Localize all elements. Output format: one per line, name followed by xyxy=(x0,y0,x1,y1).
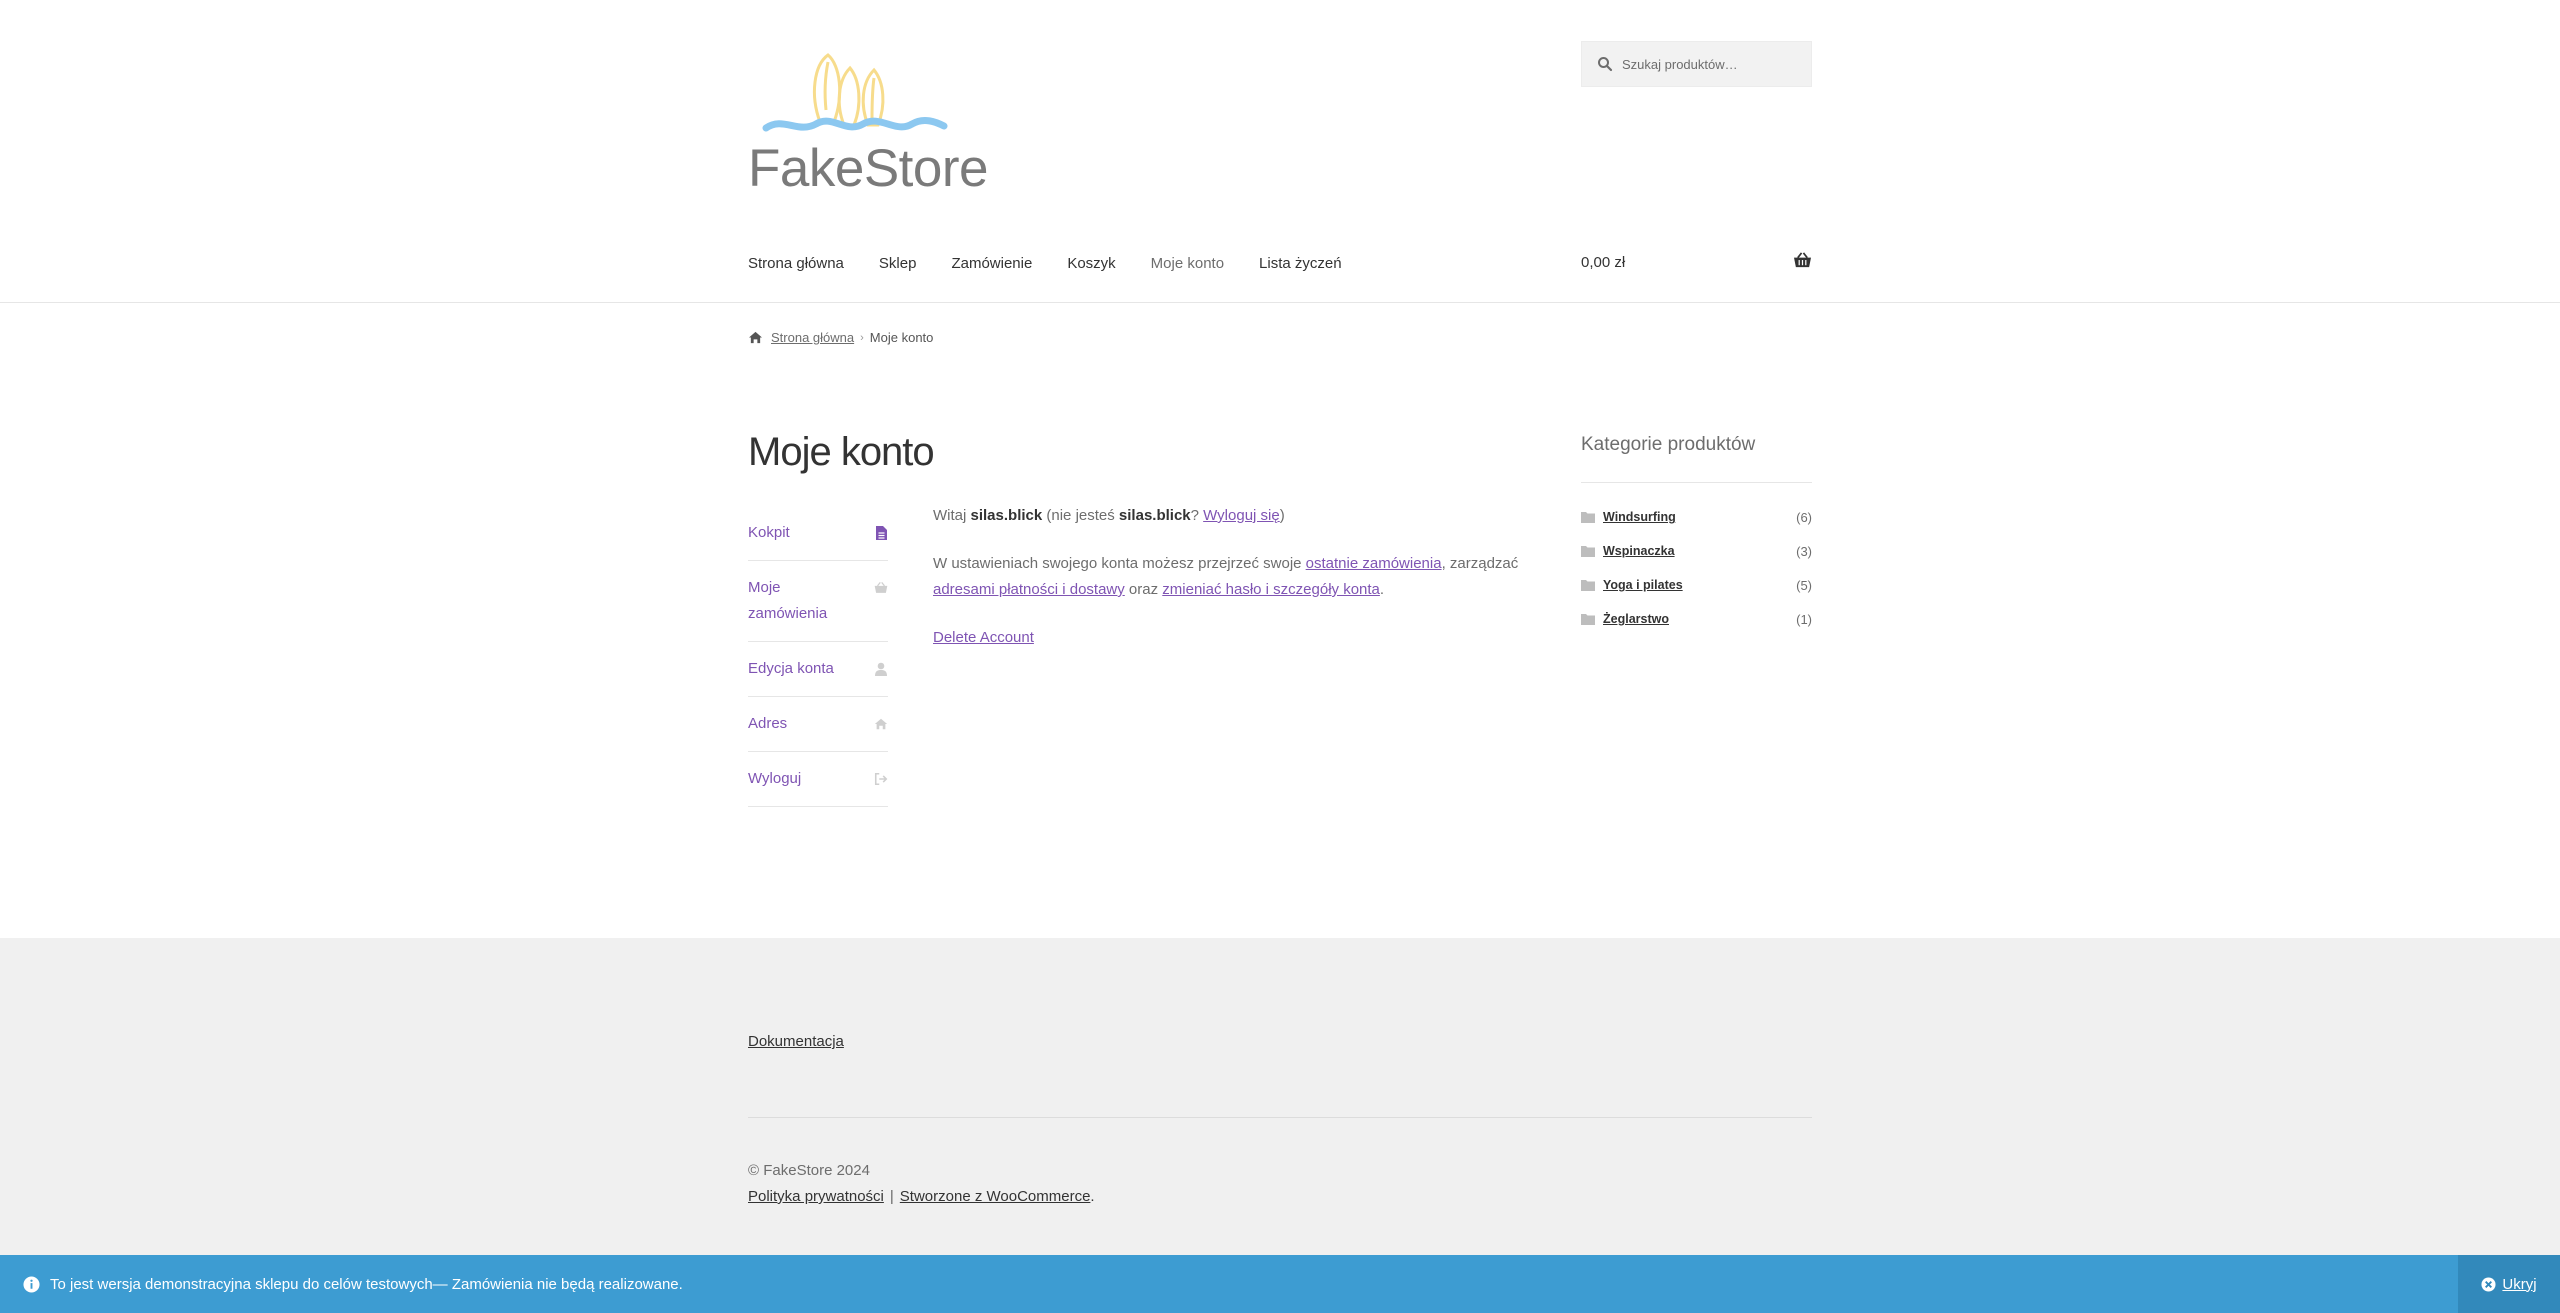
widget-divider xyxy=(1581,482,1812,483)
dismiss-label: Ukryj xyxy=(2502,1275,2537,1293)
breadcrumb-home[interactable]: Strona główna xyxy=(771,330,854,345)
account-nav-dashboard[interactable]: Kokpit xyxy=(748,506,888,561)
surfboards-logo-icon xyxy=(762,53,948,132)
main-nav: Strona główna Sklep Zamówienie Koszyk Mo… xyxy=(748,248,1377,278)
account-nav-label: Kokpit xyxy=(748,524,790,541)
category-count: (6) xyxy=(1796,509,1812,525)
page-title: Moje konto xyxy=(748,430,935,474)
account-navigation: Kokpit Moje zamówienia Edycja konta Adre… xyxy=(748,506,888,807)
folder-icon xyxy=(1581,546,1595,557)
user-icon xyxy=(875,662,887,676)
category-item: Windsurfing (6) xyxy=(1581,500,1812,534)
account-description: W ustawieniach swojego konta możesz prze… xyxy=(933,555,1519,598)
category-count: (3) xyxy=(1796,543,1812,559)
search-box[interactable] xyxy=(1581,41,1812,87)
nav-shop[interactable]: Sklep xyxy=(879,255,917,272)
nav-my-account[interactable]: Moje konto xyxy=(1151,255,1224,272)
site-logo[interactable]: FakeStore xyxy=(748,50,989,198)
privacy-policy-link[interactable]: Polityka prywatności xyxy=(748,1188,884,1205)
account-nav-orders[interactable]: Moje zamówienia xyxy=(748,561,888,642)
demo-store-notice: To jest wersja demonstracyjna sklepu do … xyxy=(0,1255,2560,1313)
woocommerce-link[interactable]: Stworzone z WooCommerce xyxy=(900,1188,1091,1205)
breadcrumb-separator: › xyxy=(860,331,864,344)
category-link-windsurfing[interactable]: Windsurfing xyxy=(1603,510,1796,524)
category-link-zeglarstwo[interactable]: Żeglarstwo xyxy=(1603,612,1796,626)
notice-text: To jest wersja demonstracyjna sklepu do … xyxy=(50,1275,683,1293)
site-header: FakeStore Strona główna Sklep Zamówienie… xyxy=(0,0,2560,303)
home-icon xyxy=(874,718,888,730)
footer-links: Polityka prywatności | Stworzone z WooCo… xyxy=(748,1188,1095,1205)
category-item: Wspinaczka (3) xyxy=(1581,534,1812,568)
dismiss-notice-button[interactable]: Ukryj xyxy=(2458,1255,2560,1313)
folder-icon xyxy=(1581,512,1595,523)
folder-icon xyxy=(1581,580,1595,591)
nav-wishlist[interactable]: Lista życzeń xyxy=(1259,255,1342,272)
delete-account-link[interactable]: Delete Account xyxy=(933,629,1034,646)
cart-total[interactable]: 0,00 zł xyxy=(1581,254,1625,271)
addresses-link[interactable]: adresami płatności i dostawy xyxy=(933,581,1125,598)
account-nav-logout[interactable]: Wyloguj xyxy=(748,752,888,807)
breadcrumb-current: Moje konto xyxy=(869,330,934,345)
file-icon xyxy=(876,526,887,540)
account-nav-label: Adres xyxy=(748,715,788,732)
logo-text: FakeStore xyxy=(748,139,989,198)
nav-home[interactable]: Strona główna xyxy=(748,255,844,272)
account-nav-address[interactable]: Adres xyxy=(748,697,888,752)
folder-icon xyxy=(1581,614,1595,625)
sign-out-icon xyxy=(874,772,888,786)
username: silas.blick xyxy=(970,507,1043,524)
breadcrumb: Strona główna › Moje konto xyxy=(748,330,933,345)
greeting: Witaj silas.blick (nie jesteś silas.blic… xyxy=(933,507,1285,524)
username-repeat: silas.blick xyxy=(1118,507,1191,524)
category-link-yoga[interactable]: Yoga i pilates xyxy=(1603,578,1796,592)
documentation-link[interactable]: Dokumentacja xyxy=(748,1033,844,1050)
account-nav-edit-account[interactable]: Edycja konta xyxy=(748,642,888,697)
nav-checkout[interactable]: Zamówienie xyxy=(951,255,1032,272)
category-link-wspinaczka[interactable]: Wspinaczka xyxy=(1603,544,1796,558)
category-item: Żeglarstwo (1) xyxy=(1581,602,1812,636)
nav-cart[interactable]: Koszyk xyxy=(1067,255,1115,272)
home-icon xyxy=(749,331,762,344)
info-icon xyxy=(23,1275,40,1293)
site-footer: Dokumentacja © FakeStore 2024 Polityka p… xyxy=(0,938,2560,1255)
search-icon xyxy=(1598,57,1613,72)
categories-widget-title: Kategorie produktów xyxy=(1581,434,1756,455)
close-icon xyxy=(2481,1276,2496,1292)
footer-separator: | xyxy=(889,1188,894,1205)
footer-divider xyxy=(748,1117,1812,1118)
basket-icon xyxy=(874,582,888,593)
category-count: (1) xyxy=(1796,611,1812,627)
account-nav-label: Moje zamówienia xyxy=(748,579,828,622)
copyright: © FakeStore 2024 xyxy=(748,1162,870,1179)
logout-link[interactable]: Wyloguj się xyxy=(1203,507,1280,524)
basket-icon[interactable] xyxy=(1793,252,1812,269)
search-input[interactable] xyxy=(1622,56,1802,72)
category-item: Yoga i pilates (5) xyxy=(1581,568,1812,602)
account-content: Witaj silas.blick (nie jesteś silas.blic… xyxy=(933,503,1523,673)
account-nav-label: Wyloguj xyxy=(748,770,802,787)
category-list: Windsurfing (6) Wspinaczka (3) Yoga i pi… xyxy=(1581,500,1812,636)
category-count: (5) xyxy=(1796,577,1812,593)
recent-orders-link[interactable]: ostatnie zamówienia xyxy=(1306,555,1442,572)
account-nav-label: Edycja konta xyxy=(748,660,834,677)
account-details-link[interactable]: zmieniać hasło i szczegóły konta xyxy=(1162,581,1380,598)
